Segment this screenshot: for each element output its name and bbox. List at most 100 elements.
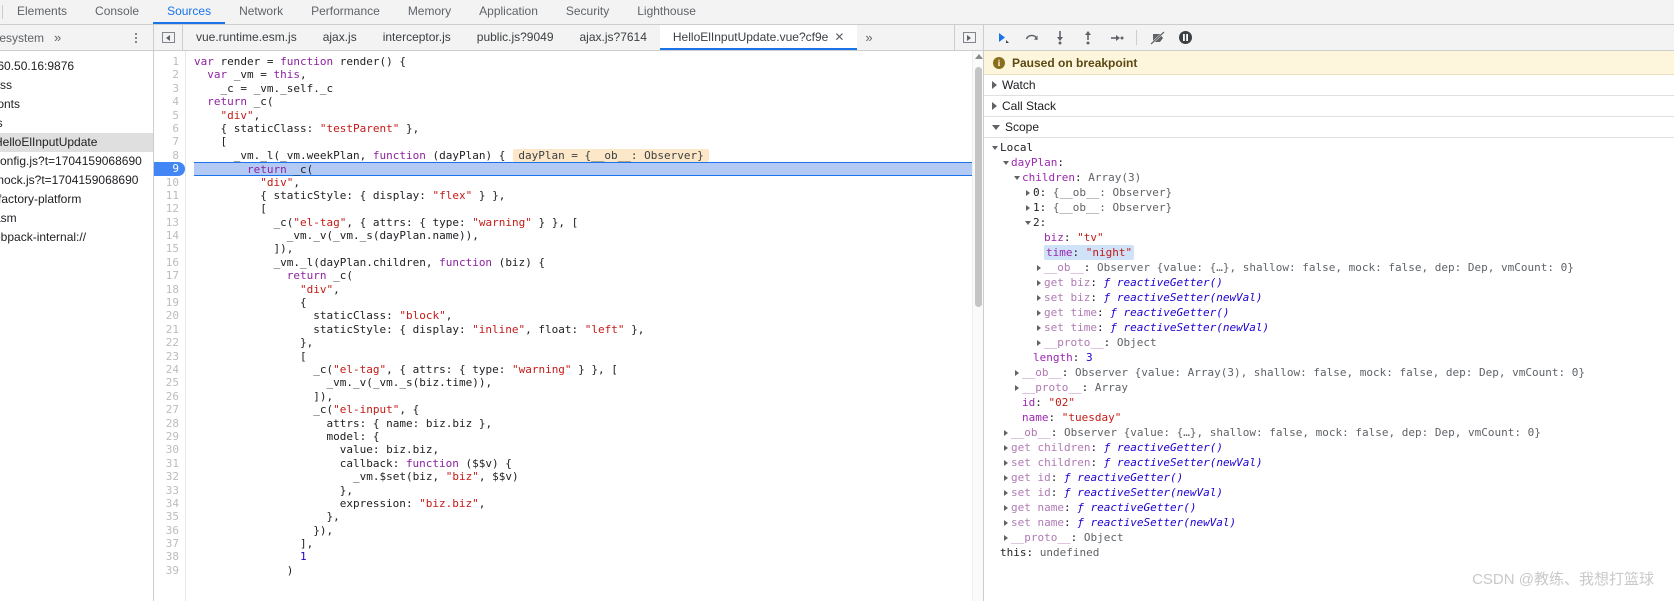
code-line[interactable]: return _c( <box>194 95 972 108</box>
scope-row[interactable]: get children: ƒ reactiveGetter() <box>984 440 1674 455</box>
scope-row[interactable]: get id: ƒ reactiveGetter() <box>984 470 1674 485</box>
navigator-item[interactable]: .60.50.16:9876 <box>0 57 153 76</box>
code-line[interactable]: [ <box>194 202 972 215</box>
tab-overflow-icon[interactable]: » <box>857 25 880 50</box>
chevron-right-icon[interactable] <box>1001 520 1011 526</box>
code-content[interactable]: var render = function render() { var _vm… <box>186 51 972 601</box>
chevron-down-icon[interactable] <box>1023 221 1033 225</box>
pause-circle-icon[interactable] <box>1173 28 1197 48</box>
code-line[interactable]: model: { <box>194 430 972 443</box>
line-number[interactable]: 34 <box>154 497 179 510</box>
kebab-menu-icon[interactable] <box>129 29 143 47</box>
code-line[interactable]: _c("el-tag", { attrs: { type: "warning" … <box>194 216 972 229</box>
tab-performance[interactable]: Performance <box>297 0 394 24</box>
scope-tree[interactable]: Local dayPlan: children: Array(3) 0: {__ob_… <box>984 138 1674 601</box>
line-number[interactable]: 39 <box>154 564 179 577</box>
chevron-down-icon[interactable] <box>990 146 1000 150</box>
line-number[interactable]: 1 <box>154 55 179 68</box>
code-line[interactable]: expression: "biz.biz", <box>194 497 972 510</box>
chevron-right-icon[interactable] <box>1034 295 1044 301</box>
scope-row[interactable]: get name: ƒ reactiveGetter() <box>984 500 1674 515</box>
line-number[interactable]: 8 <box>154 149 179 162</box>
line-number[interactable]: 6 <box>154 122 179 135</box>
code-line[interactable]: ]), <box>194 242 972 255</box>
scope-row[interactable]: set id: ƒ reactiveSetter(newVal) <box>984 485 1674 500</box>
scope-row[interactable]: __ob__: Observer {value: {…}, shallow: f… <box>984 425 1674 440</box>
line-number[interactable]: 18 <box>154 283 179 296</box>
navigator-item[interactable]: js <box>0 114 153 133</box>
line-number[interactable]: 28 <box>154 417 179 430</box>
file-tab[interactable]: ajax.js?7614 <box>567 25 660 50</box>
chevron-right-icon[interactable] <box>1001 535 1011 541</box>
scope-row[interactable]: children: Array(3) <box>984 170 1674 185</box>
code-line[interactable]: _c = _vm._self._c <box>194 82 972 95</box>
line-number[interactable]: 12 <box>154 202 179 215</box>
code-line[interactable]: [ <box>194 350 972 363</box>
line-number[interactable]: 33 <box>154 484 179 497</box>
file-tab[interactable]: ajax.js <box>310 25 370 50</box>
scope-row[interactable]: get time: ƒ reactiveGetter() <box>984 305 1674 320</box>
code-line[interactable]: _c("el-tag", { attrs: { type: "warning" … <box>194 363 972 376</box>
chevron-right-icon[interactable] <box>1023 190 1033 196</box>
line-number[interactable]: 7 <box>154 135 179 148</box>
editor-vertical-scrollbar[interactable] <box>972 51 983 601</box>
code-line[interactable]: 1 <box>194 550 972 563</box>
panel-expand-icon[interactable] <box>954 25 983 50</box>
scope-row[interactable]: __ob__: Observer {value: {…}, shallow: f… <box>984 260 1674 275</box>
line-number[interactable]: 29 <box>154 430 179 443</box>
line-number[interactable]: 3 <box>154 82 179 95</box>
scope-row[interactable]: 1: {__ob__: Observer} <box>984 200 1674 215</box>
code-line[interactable]: }), <box>194 524 972 537</box>
scope-row[interactable]: 0: {__ob__: Observer} <box>984 185 1674 200</box>
line-number[interactable]: 11 <box>154 189 179 202</box>
code-line[interactable]: _c("el-input", { <box>194 403 972 416</box>
code-line[interactable]: return _c( <box>194 162 972 176</box>
watch-section-header[interactable]: Watch <box>984 75 1674 96</box>
line-number[interactable]: 37 <box>154 537 179 550</box>
line-number[interactable]: 38 <box>154 550 179 563</box>
code-line[interactable]: ) <box>194 564 972 577</box>
code-line[interactable]: { staticClass: "testParent" }, <box>194 122 972 135</box>
line-number[interactable]: 13 <box>154 216 179 229</box>
step-out-icon[interactable] <box>1076 28 1100 48</box>
chevron-right-icon[interactable] <box>1034 325 1044 331</box>
chevron-right-icon[interactable] <box>1034 310 1044 316</box>
code-line[interactable]: "div", <box>194 176 972 189</box>
panel-collapse-icon[interactable] <box>154 25 183 50</box>
scope-row[interactable]: id: "02" <box>984 395 1674 410</box>
line-number[interactable]: 24 <box>154 363 179 376</box>
close-icon[interactable]: ✕ <box>834 30 844 44</box>
chevron-right-icon[interactable] <box>1034 265 1044 271</box>
code-line[interactable]: [ <box>194 135 972 148</box>
chevron-right-icon[interactable] <box>1034 280 1044 286</box>
scope-row[interactable]: biz: "tv" <box>984 230 1674 245</box>
code-line[interactable]: { staticStyle: { display: "flex" } }, <box>194 189 972 202</box>
breakpoint-line-number[interactable]: 9 <box>154 162 185 176</box>
line-number[interactable]: 4 <box>154 95 179 108</box>
line-number[interactable]: 16 <box>154 256 179 269</box>
navigator-file-tree[interactable]: .60.50.16:9876 css fonts js HelloElInputUpda… <box>0 51 153 601</box>
code-line[interactable]: _vm._v(_vm._s(dayPlan.name)), <box>194 229 972 242</box>
scope-section-header[interactable]: Scope <box>984 117 1674 138</box>
navigator-tab-filesystem[interactable]: ilesystem <box>0 31 44 45</box>
chevron-right-icon[interactable] <box>1001 490 1011 496</box>
scope-row[interactable]: __proto__: Array <box>984 380 1674 395</box>
navigator-item[interactable]: mock.js?t=1704159068690 <box>0 171 153 190</box>
code-line[interactable]: _vm._l(_vm.weekPlan, function (dayPlan) … <box>194 148 972 162</box>
line-number[interactable]: 20 <box>154 309 179 322</box>
line-number[interactable]: 5 <box>154 109 179 122</box>
line-number[interactable]: 23 <box>154 350 179 363</box>
code-line[interactable]: }, <box>194 510 972 523</box>
line-number[interactable]: 14 <box>154 229 179 242</box>
source-code-area[interactable]: 1 2 3 4 5 6 7 8 9 10 11 12 13 14 15 16 17 18 19 20 21 22 23 24 2… <box>154 51 983 601</box>
scope-row[interactable]: time: "night" <box>984 245 1674 260</box>
navigator-item[interactable]: fonts <box>0 95 153 114</box>
code-line[interactable]: staticClass: "block", <box>194 309 972 322</box>
file-tab[interactable]: HelloElInputUpdate.vue?cf9e ✕ <box>659 25 858 50</box>
chevron-down-icon[interactable] <box>1001 161 1011 165</box>
code-line[interactable]: callback: function ($$v) { <box>194 457 972 470</box>
code-line[interactable]: attrs: { name: biz.biz }, <box>194 417 972 430</box>
line-number[interactable]: 31 <box>154 457 179 470</box>
code-line[interactable]: staticStyle: { display: "inline", float:… <box>194 323 972 336</box>
line-number[interactable]: 26 <box>154 390 179 403</box>
